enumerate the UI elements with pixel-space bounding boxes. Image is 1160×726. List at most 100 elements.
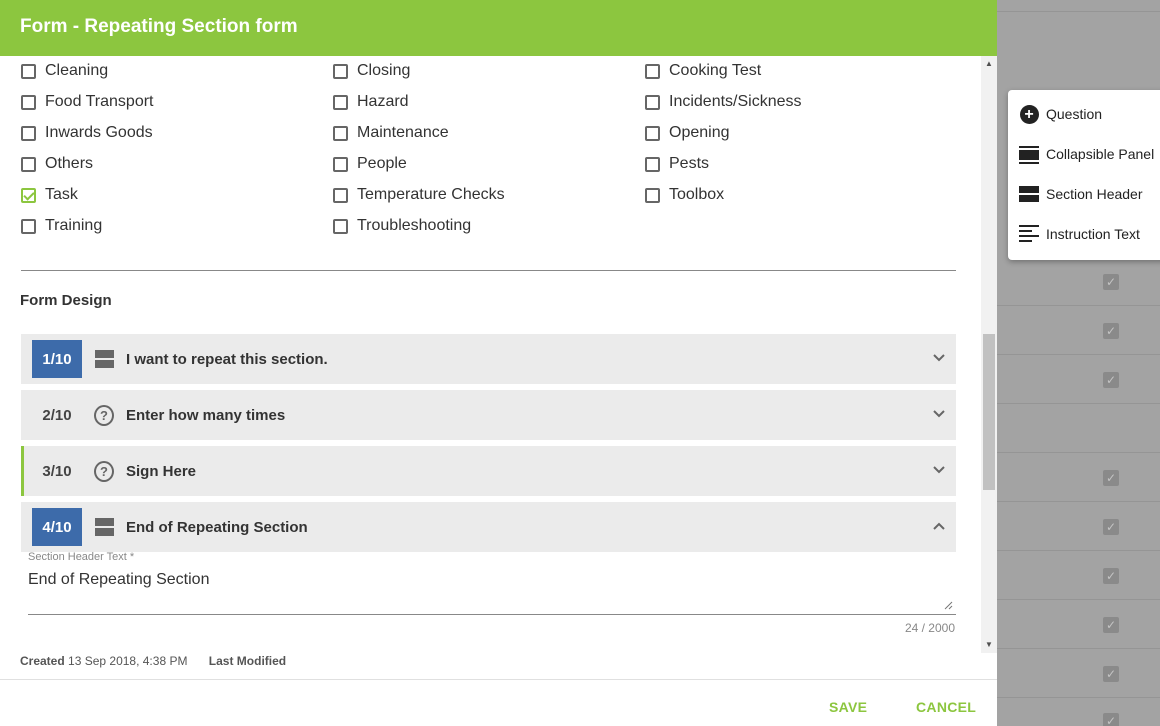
bg-checkbox-icon: ✓	[1103, 372, 1119, 388]
category-checkbox-cooking-test[interactable]: Cooking Test	[645, 61, 761, 81]
add-element-menu: + Question Collapsible Panel Section Hea…	[1008, 90, 1160, 260]
category-checkbox-troubleshooting[interactable]: Troubleshooting	[333, 216, 471, 236]
category-checkbox-temperature-checks[interactable]: Temperature Checks	[333, 185, 505, 205]
checkbox-icon[interactable]	[21, 94, 36, 110]
scrollbar-thumb[interactable]	[983, 334, 995, 490]
resize-handle-icon[interactable]	[943, 600, 953, 610]
category-label: Hazard	[357, 93, 409, 110]
cancel-button[interactable]: CANCEL	[916, 699, 976, 715]
category-label: Inwards Goods	[45, 124, 153, 141]
section-header-icon	[94, 517, 114, 537]
category-label: People	[357, 155, 407, 172]
footer-divider	[0, 679, 997, 680]
checkbox-icon[interactable]	[645, 156, 660, 172]
created-value: 13 Sep 2018, 4:38 PM	[68, 654, 188, 668]
category-checkbox-incidents-sickness[interactable]: Incidents/Sickness	[645, 92, 802, 112]
checkbox-icon[interactable]	[333, 125, 348, 141]
checkbox-icon[interactable]	[645, 125, 660, 141]
save-button[interactable]: SAVE	[829, 699, 867, 715]
input-underline	[28, 614, 956, 615]
checkbox-icon[interactable]	[333, 156, 348, 172]
checkbox-icon[interactable]	[333, 187, 348, 203]
category-checkbox-opening[interactable]: Opening	[645, 123, 730, 143]
chevron-down-icon[interactable]	[932, 463, 946, 477]
section-divider	[21, 270, 956, 271]
category-label: Maintenance	[357, 124, 449, 141]
item-label: Sign Here	[126, 462, 197, 480]
checkbox-icon[interactable]	[21, 63, 36, 79]
dialog-scroll-area: Cleaning Food Transport Inwards Goods Ot…	[0, 56, 997, 653]
form-item-1[interactable]: 1/10 I want to repeat this section.	[21, 334, 956, 384]
form-metadata: Created 13 Sep 2018, 4:38 PM Last Modifi…	[20, 654, 286, 668]
form-dialog: Form - Repeating Section form Cleaning F…	[0, 0, 997, 726]
category-checkbox-maintenance[interactable]: Maintenance	[333, 123, 449, 143]
menu-item-label: Collapsible Panel	[1046, 146, 1155, 162]
checkbox-checked-icon[interactable]	[21, 187, 36, 203]
bg-checkbox-icon: ✓	[1103, 617, 1119, 633]
dialog-scrollbar[interactable]: ▲ ▼	[981, 56, 997, 653]
item-label: End of Repeating Section	[126, 518, 308, 536]
category-checkbox-others[interactable]: Others	[21, 154, 93, 174]
section-header-icon	[94, 349, 114, 369]
menu-item-section-header[interactable]: Section Header	[1019, 184, 1143, 204]
bg-checkbox-icon: ✓	[1103, 274, 1119, 290]
category-label: Others	[45, 155, 94, 172]
category-label: Troubleshooting	[357, 217, 472, 234]
menu-item-label: Instruction Text	[1046, 226, 1140, 242]
checkbox-icon[interactable]	[645, 94, 660, 110]
checkbox-icon[interactable]	[333, 218, 348, 234]
checkbox-icon[interactable]	[333, 63, 348, 79]
form-item-3[interactable]: 3/10 ? Sign Here	[21, 446, 956, 496]
checkbox-icon[interactable]	[645, 187, 660, 203]
checkbox-icon[interactable]	[21, 218, 36, 234]
instruction-text-icon	[1019, 224, 1039, 244]
bg-checkbox-icon: ✓	[1103, 323, 1119, 339]
item-index-badge: 1/10	[32, 340, 82, 378]
item-label: Enter how many times	[126, 406, 286, 424]
category-checkbox-task[interactable]: Task	[21, 185, 78, 205]
category-checkbox-food-transport[interactable]: Food Transport	[21, 92, 154, 112]
category-checkbox-toolbox[interactable]: Toolbox	[645, 185, 724, 205]
category-checkbox-people[interactable]: People	[333, 154, 407, 174]
category-label: Toolbox	[669, 186, 725, 203]
form-item-4[interactable]: 4/10 End of Repeating Section	[21, 502, 956, 552]
dialog-title: Form - Repeating Section form	[0, 0, 997, 56]
category-label: Training	[45, 217, 103, 234]
menu-item-label: Section Header	[1046, 186, 1143, 202]
chevron-down-icon[interactable]	[932, 351, 946, 365]
scroll-down-arrow-icon[interactable]: ▼	[981, 637, 997, 653]
form-design-heading: Form Design	[20, 292, 112, 309]
section-header-text-label: Section Header Text *	[28, 551, 135, 563]
item-index-badge: 2/10	[42, 406, 72, 424]
bg-checkbox-icon: ✓	[1103, 568, 1119, 584]
bg-row-divider	[997, 11, 1160, 12]
bg-checkbox-icon: ✓	[1103, 470, 1119, 486]
menu-item-instruction-text[interactable]: Instruction Text	[1019, 224, 1140, 244]
item-label: I want to repeat this section.	[126, 350, 328, 368]
checkbox-icon[interactable]	[645, 63, 660, 79]
checkbox-icon[interactable]	[21, 125, 36, 141]
category-checkbox-training[interactable]: Training	[21, 216, 102, 236]
menu-item-label: Question	[1046, 106, 1103, 122]
category-label: Incidents/Sickness	[669, 93, 802, 110]
question-icon: ?	[94, 460, 114, 482]
bg-row-divider	[997, 550, 1160, 551]
last-modified-label: Last Modified	[208, 654, 287, 668]
menu-item-collapsible-panel[interactable]: Collapsible Panel	[1019, 144, 1154, 164]
checkbox-icon[interactable]	[21, 156, 36, 172]
section-header-text-input[interactable]: End of Repeating Section	[28, 571, 209, 589]
chevron-down-icon[interactable]	[932, 407, 946, 421]
menu-item-question[interactable]: + Question	[1019, 104, 1102, 124]
category-checkbox-hazard[interactable]: Hazard	[333, 92, 409, 112]
checkbox-icon[interactable]	[333, 94, 348, 110]
category-checkbox-pests[interactable]: Pests	[645, 154, 709, 174]
form-item-2[interactable]: 2/10 ? Enter how many times	[21, 390, 956, 440]
category-checkbox-cleaning[interactable]: Cleaning	[21, 61, 108, 81]
bg-checkbox-icon: ✓	[1103, 519, 1119, 535]
chevron-up-icon[interactable]	[932, 519, 946, 533]
category-checkbox-inwards-goods[interactable]: Inwards Goods	[21, 123, 153, 143]
category-label: Pests	[669, 155, 710, 172]
bg-row-divider	[997, 452, 1160, 453]
category-checkbox-closing[interactable]: Closing	[333, 61, 410, 81]
scroll-up-arrow-icon[interactable]: ▲	[981, 56, 997, 72]
